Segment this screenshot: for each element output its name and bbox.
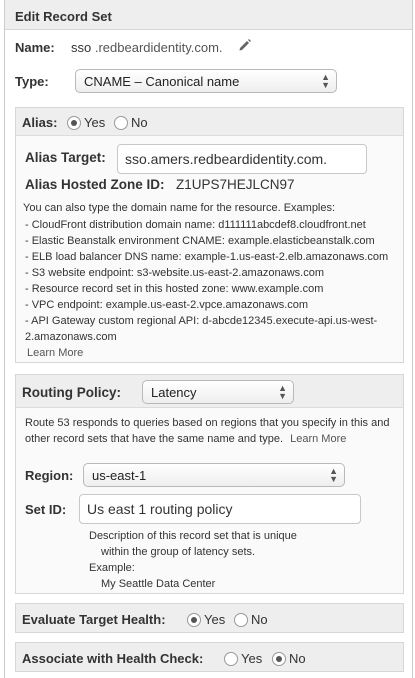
health-check-yes-radio[interactable]: [224, 652, 238, 666]
region-select[interactable]: us-east-1 ▲ ▼: [83, 463, 345, 487]
region-select-value: us-east-1: [92, 468, 147, 483]
select-caret-icon: ▲ ▼: [329, 466, 338, 484]
setid-label: Set ID:: [25, 502, 67, 517]
alias-yes-radio[interactable]: [67, 116, 81, 130]
alias-no-label: No: [131, 115, 148, 130]
alias-target-label: Alias Target:: [25, 150, 106, 165]
alias-example: - ELB load balancer DNS name: example-1.…: [25, 251, 389, 263]
evaluate-yes-label: Yes: [204, 612, 226, 627]
type-select[interactable]: CNAME – Canonical name ▲ ▼: [75, 69, 337, 93]
alias-learn-more-link[interactable]: Learn More: [27, 347, 83, 359]
routing-header: Routing Policy: Latency ▲ ▼: [16, 375, 403, 408]
routing-description-line2: other record sets that have the same nam…: [25, 433, 346, 445]
alias-example: - CloudFront distribution domain name: d…: [25, 219, 366, 231]
region-label: Region:: [25, 468, 74, 483]
alias-zone-value: Z1UPS7HEJLCN97: [176, 177, 295, 192]
health-check-no-label: No: [289, 651, 306, 666]
evaluate-no-radio[interactable]: [234, 613, 248, 627]
alias-header: Alias: Yes No: [16, 108, 403, 136]
setid-help-line4: My Seattle Data Center: [101, 578, 216, 590]
setid-help-line1: Description of this record set that is u…: [89, 530, 297, 542]
alias-example: - Resource record set in this hosted zon…: [25, 283, 324, 295]
name-value[interactable]: sso .redbeardidentity.com.: [71, 40, 223, 55]
routing-description-text: other record sets that have the same nam…: [25, 433, 284, 445]
evaluate-target-health-label: Evaluate Target Health:: [22, 612, 166, 627]
health-check-yes-label: Yes: [241, 651, 263, 666]
name-label: Name:: [15, 40, 55, 55]
routing-policy-label: Routing Policy:: [22, 385, 121, 400]
panel-header: Edit Record Set: [5, 0, 412, 30]
setid-input[interactable]: Us east 1 routing policy: [79, 494, 361, 524]
health-check-no-radio[interactable]: [272, 652, 286, 666]
alias-yes-label: Yes: [84, 115, 106, 130]
alias-example: - API Gateway custom regional API: d-abc…: [25, 315, 378, 327]
routing-description-line1: Route 53 responds to queries based on re…: [25, 417, 390, 429]
type-label: Type:: [15, 74, 49, 89]
evaluate-no-label: No: [251, 612, 268, 627]
panel-title: Edit Record Set: [15, 9, 112, 24]
evaluate-yes-radio[interactable]: [187, 613, 201, 627]
select-caret-icon: ▲ ▼: [321, 72, 330, 90]
routing-policy-select[interactable]: Latency ▲ ▼: [142, 380, 294, 404]
pencil-icon[interactable]: [238, 38, 252, 52]
routing-policy-value: Latency: [151, 385, 197, 400]
setid-help-line2: within the group of latency sets.: [101, 546, 256, 558]
select-caret-icon: ▲ ▼: [278, 383, 287, 401]
alias-label: Alias:: [22, 115, 58, 130]
alias-intro: You can also type the domain name for th…: [23, 202, 336, 214]
alias-example: - VPC endpoint: example.us-east-2.vpce.a…: [25, 299, 309, 311]
alias-example: 2.amazonaws.com: [25, 331, 117, 343]
type-select-value: CNAME – Canonical name: [84, 74, 240, 89]
routing-learn-more-link[interactable]: Learn More: [290, 433, 346, 445]
health-check-label: Associate with Health Check:: [22, 651, 204, 666]
edit-record-set-panel: Edit Record Set Name: sso .redbeardident…: [4, 0, 413, 678]
alias-zone-label: Alias Hosted Zone ID:: [25, 177, 165, 192]
alias-example: - S3 website endpoint: s3-website.us-eas…: [25, 267, 324, 279]
name-suffix: .redbeardidentity.com.: [94, 40, 223, 55]
alias-section: Alias: Yes No Alias Target: sso.amers.re…: [15, 107, 404, 363]
alias-no-radio[interactable]: [114, 116, 128, 130]
setid-help-line3: Example:: [89, 562, 135, 574]
alias-example: - Elastic Beanstalk environment CNAME: e…: [25, 235, 375, 247]
routing-section: Routing Policy: Latency ▲ ▼ Route 53 resp…: [15, 374, 404, 594]
name-prefix: sso: [71, 40, 92, 55]
alias-target-input[interactable]: sso.amers.redbeardidentity.com.: [117, 144, 367, 174]
evaluate-target-health-section: Evaluate Target Health: Yes No: [15, 603, 404, 633]
health-check-section: Associate with Health Check: Yes No: [15, 642, 404, 672]
